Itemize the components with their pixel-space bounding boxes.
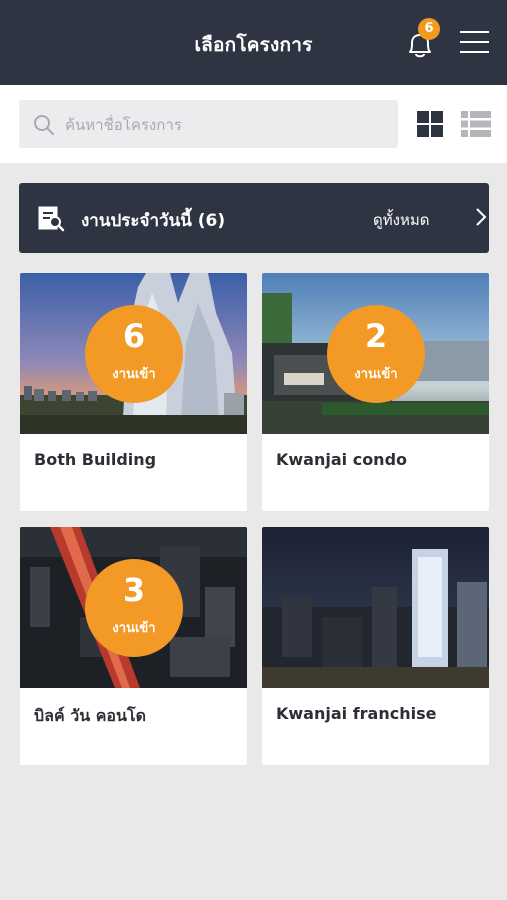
view-all-link[interactable]: ดูทั้งหมด [373,208,429,232]
project-name: บิลค์ วัน คอนโด [34,706,146,725]
project-card[interactable]: 3 งานเข้า บิลค์ วัน คอนโด [20,527,247,765]
chevron-right-icon [476,208,487,226]
job-count-badge: 6 งานเข้า [85,305,183,403]
today-tasks-label: งานประจำวันนี้ (6) [81,211,226,231]
document-search-icon [38,206,65,232]
notification-badge: 6 [418,18,440,40]
menu-line-icon [460,51,489,53]
menu-line-icon [460,41,489,43]
search-toolbar [0,85,507,163]
project-card[interactable]: 6 งานเข้า Both Building [20,273,247,511]
job-count-label: งานเข้า [354,367,398,382]
search-box[interactable] [19,100,398,148]
app-header: เลือกโครงการ 6 [0,0,507,85]
project-card[interactable]: Kwanjai franchise [262,527,489,765]
grid-view-icon[interactable] [417,111,443,137]
project-name: Both Building [34,450,157,469]
job-count-badge: 3 งานเข้า [85,559,183,657]
job-count: 3 [122,571,146,609]
menu-line-icon [460,31,489,33]
job-count-label: งานเข้า [112,367,156,382]
project-photo [262,527,489,688]
list-view-icon[interactable] [461,111,491,137]
search-icon [34,115,54,135]
today-tasks-bar[interactable]: งานประจำวันนี้ (6) ดูทั้งหมด [19,183,489,253]
job-count-label: งานเข้า [112,621,156,636]
job-count: 2 [364,317,388,355]
project-name: Kwanjai condo [276,450,408,469]
project-card[interactable]: 2 งานเข้า Kwanjai condo [262,273,489,511]
search-input[interactable] [63,110,387,140]
job-count: 6 [122,317,146,355]
project-name: Kwanjai franchise [276,704,437,723]
job-count-badge: 2 งานเข้า [327,305,425,403]
hamburger-menu-button[interactable] [460,29,490,55]
